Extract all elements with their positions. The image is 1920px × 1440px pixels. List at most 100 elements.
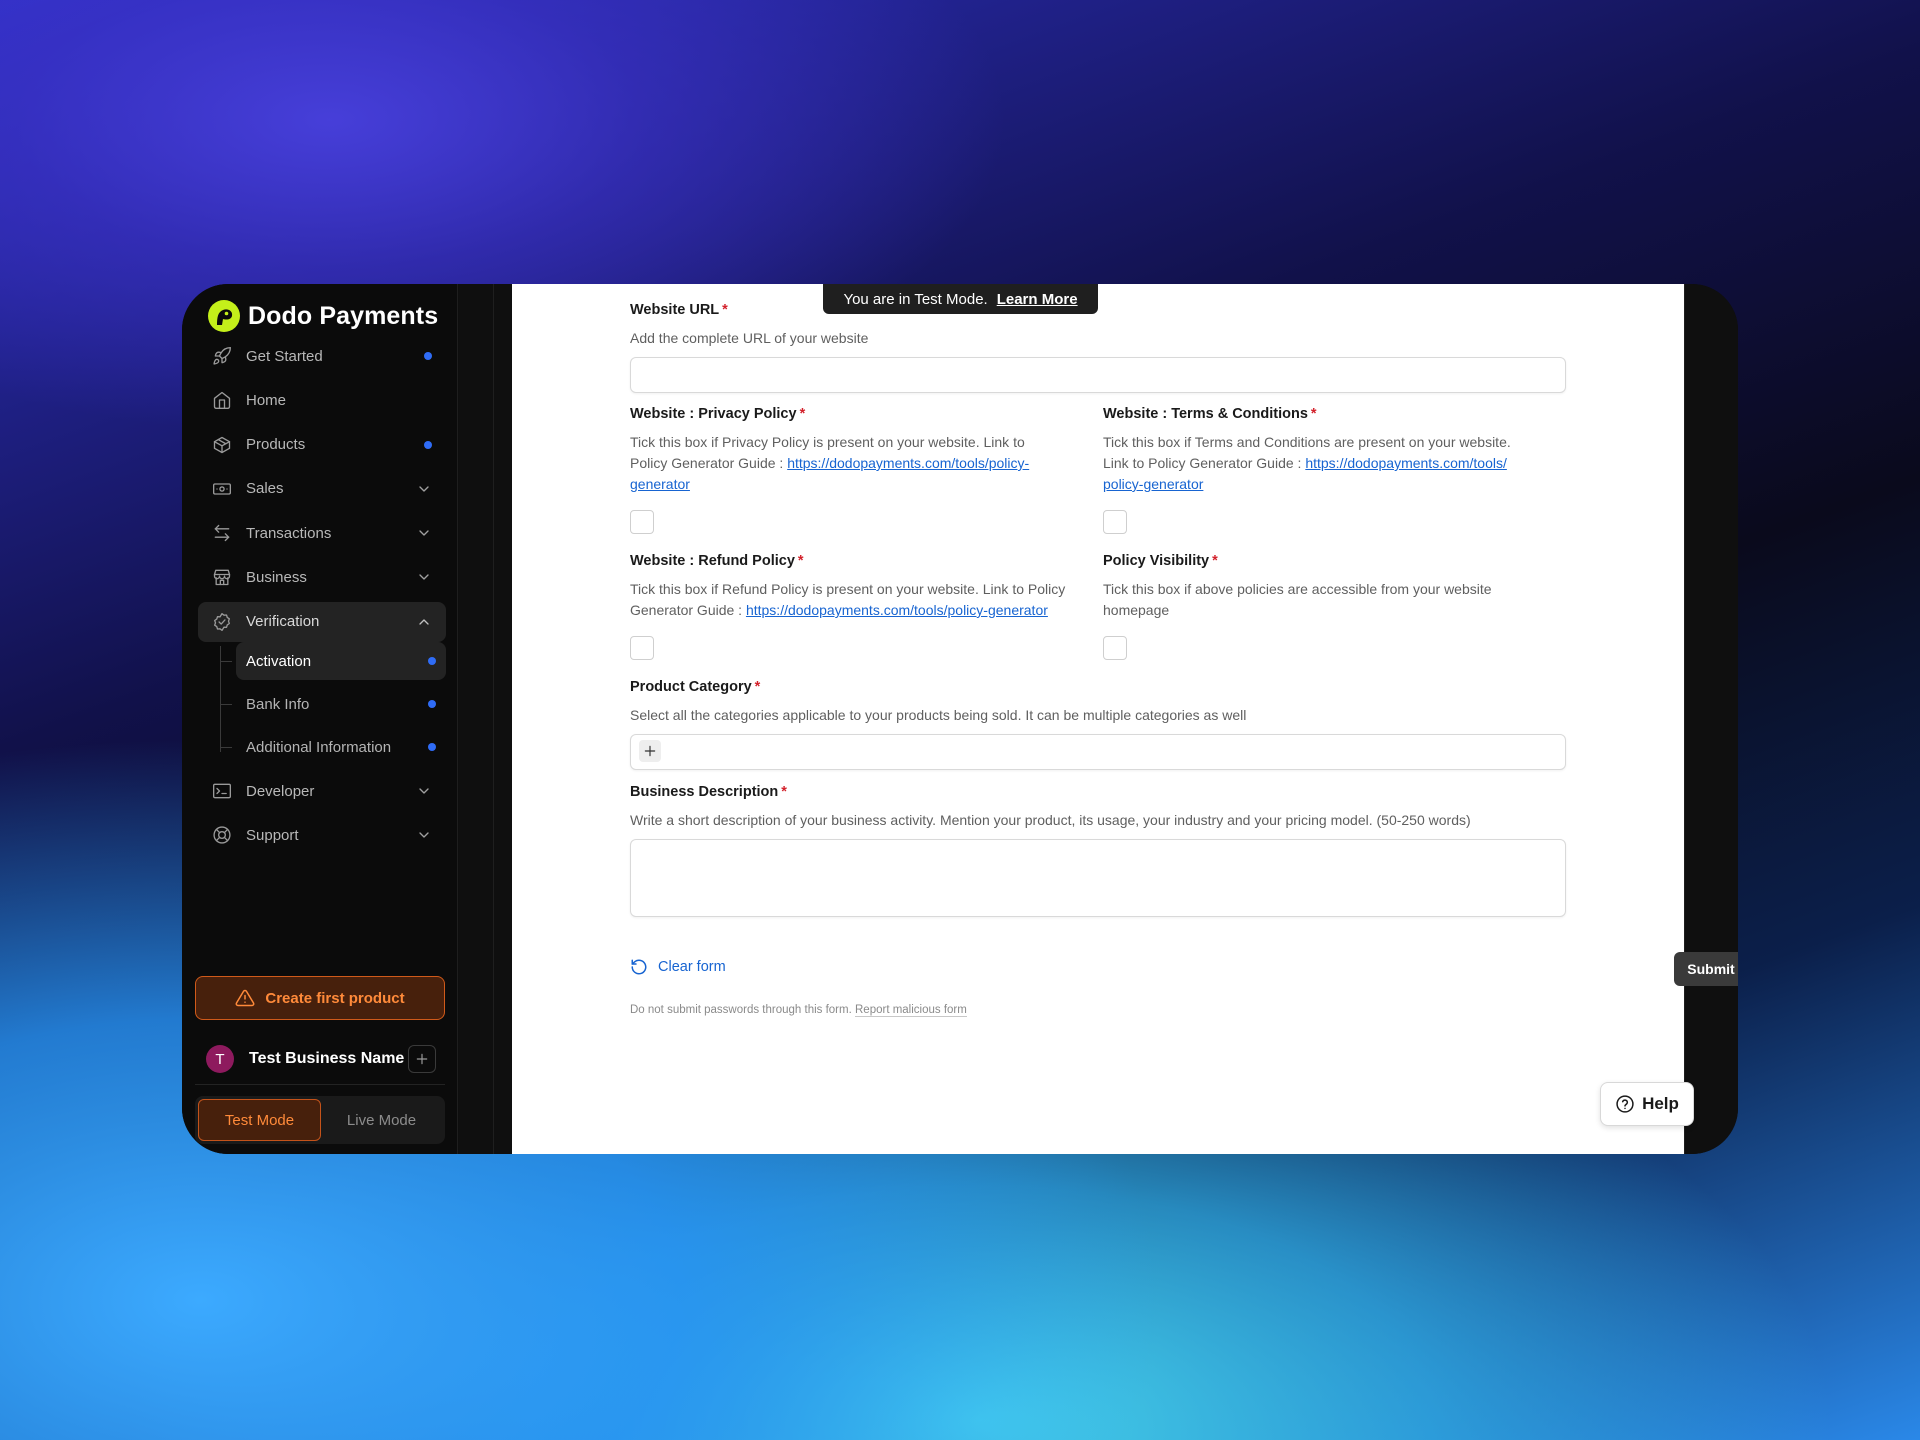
- add-business-button[interactable]: [408, 1045, 436, 1073]
- required-mark: *: [781, 784, 787, 800]
- business-description-label: Business Description *: [630, 784, 787, 800]
- privacy-policy-help-line: Tick this box if Privacy Policy is prese…: [630, 434, 1025, 450]
- policy-visibility-help-line: Tick this box if above policies are acce…: [1103, 581, 1492, 597]
- lifebuoy-icon: [212, 825, 232, 845]
- side-panel-strip: [459, 284, 511, 1154]
- sidebar-item-verification[interactable]: Verification: [198, 601, 446, 642]
- sidebar-subitem-bank-info[interactable]: Bank Info: [220, 685, 446, 723]
- refund-policy-help-line: Generator Guide :: [630, 602, 746, 618]
- chevron-up-icon: [419, 619, 429, 625]
- create-first-product-label: Create first product: [265, 989, 405, 1007]
- business-description-label-text: Business Description: [630, 784, 779, 800]
- privacy-policy-label-text: Website : Privacy Policy: [630, 406, 797, 422]
- arrows-icon: [212, 523, 232, 543]
- live-mode-button[interactable]: Live Mode: [321, 1099, 442, 1141]
- create-first-product-button[interactable]: Create first product: [195, 976, 445, 1020]
- divider: [493, 284, 494, 1154]
- business-description-textarea[interactable]: [630, 839, 1566, 917]
- banknote-icon: [212, 479, 232, 499]
- refund-policy-help-line: Tick this box if Refund Policy is presen…: [630, 581, 1066, 597]
- website-url-label-text: Website URL: [630, 302, 720, 318]
- website-url-input[interactable]: [630, 357, 1566, 393]
- clear-form-label: Clear form: [658, 959, 726, 975]
- required-mark: *: [797, 553, 804, 569]
- help-button[interactable]: Help: [1600, 1082, 1694, 1126]
- sidebar-nav: Get Started Home Products Sales Transact…: [198, 336, 446, 860]
- notification-dot: [424, 352, 432, 360]
- footnote-text: Do not submit passwords through this for…: [630, 1004, 855, 1016]
- avatar: T: [206, 1045, 234, 1073]
- add-category-button[interactable]: [639, 740, 661, 762]
- home-icon: [212, 390, 232, 410]
- chevron-down-icon: [419, 530, 429, 536]
- website-url-help: Add the complete URL of your website: [630, 330, 869, 346]
- privacy-policy-generator-link-cont[interactable]: generator: [630, 476, 690, 492]
- business-switcher[interactable]: T Test Business Name: [206, 1044, 436, 1074]
- submit-button[interactable]: Submit: [1674, 952, 1738, 986]
- privacy-policy-checkbox[interactable]: [630, 510, 654, 534]
- dodo-logo-icon: [208, 300, 240, 332]
- privacy-policy-help-line: Policy Generator Guide :: [630, 455, 788, 471]
- policy-visibility-help: Tick this box if above policies are acce…: [1103, 579, 1573, 621]
- brand[interactable]: Dodo Payments: [208, 300, 438, 332]
- refund-policy-help: Tick this box if Refund Policy is presen…: [630, 579, 1100, 621]
- sidebar-item-label: Products: [246, 436, 306, 454]
- divider: [1684, 284, 1685, 1154]
- box-icon: [212, 435, 232, 455]
- chevron-down-icon: [419, 574, 429, 581]
- warning-icon: [235, 989, 255, 1007]
- privacy-policy-generator-link[interactable]: https://dodopayments.com/tools/policy-: [787, 455, 1029, 471]
- sidebar-item-label: Get Started: [246, 347, 323, 365]
- terms-generator-link[interactable]: https://dodopayments.com/tools/: [1305, 455, 1507, 471]
- product-category-selector[interactable]: [630, 734, 1566, 770]
- badge-check-icon: [212, 612, 232, 632]
- notification-dot: [428, 743, 436, 752]
- test-mode-button[interactable]: Test Mode: [198, 1099, 321, 1141]
- sidebar: Dodo Payments Get Started Home Products …: [182, 284, 458, 1154]
- mode-toggle: Test Mode Live Mode: [195, 1096, 445, 1144]
- chevron-down-icon: [419, 486, 429, 492]
- notification-dot: [428, 700, 436, 709]
- sidebar-item-home[interactable]: Home: [198, 380, 446, 420]
- sidebar-item-support[interactable]: Support: [198, 815, 446, 855]
- plus-icon: [416, 1053, 428, 1065]
- help-label: Help: [1642, 1094, 1679, 1113]
- clear-form-button[interactable]: Clear form: [630, 958, 726, 976]
- sidebar-item-transactions[interactable]: Transactions: [198, 513, 446, 553]
- terms-generator-link-cont[interactable]: policy-generator: [1103, 476, 1203, 492]
- terms-conditions-help-line: Tick this box if Terms and Conditions ar…: [1103, 434, 1511, 450]
- terms-conditions-help-line: Link to Policy Generator Guide :: [1103, 455, 1306, 471]
- refund-generator-link[interactable]: https://dodopayments.com/tools/policy-ge…: [746, 602, 1048, 618]
- sidebar-item-business[interactable]: Business: [198, 557, 446, 597]
- sidebar-item-label: Sales: [246, 480, 284, 498]
- sidebar-item-label: Developer: [246, 782, 315, 800]
- required-mark: *: [754, 679, 761, 695]
- rocket-icon: [212, 346, 232, 366]
- business-description-help: Write a short description of your busine…: [630, 812, 1471, 828]
- verification-submenu: Activation Bank Info Additional Informat…: [220, 642, 446, 766]
- store-icon: [212, 567, 232, 587]
- refund-policy-checkbox[interactable]: [630, 636, 654, 660]
- chevron-down-icon: [419, 788, 429, 794]
- terms-conditions-help: Tick this box if Terms and Conditions ar…: [1103, 432, 1573, 495]
- sidebar-item-get-started[interactable]: Get Started: [198, 336, 446, 376]
- sidebar-subitem-additional-information[interactable]: Additional Information: [220, 728, 446, 766]
- sidebar-subitem-label: Activation: [246, 652, 312, 670]
- divider: [195, 1084, 445, 1085]
- main-content: You are in Test Mode. Learn More Website…: [512, 284, 1738, 1154]
- terms-conditions-checkbox[interactable]: [1103, 510, 1127, 534]
- policy-visibility-label: Policy Visibility *: [1103, 553, 1218, 569]
- website-url-label: Website URL *: [630, 302, 728, 318]
- report-malicious-form-link[interactable]: Report malicious form: [855, 1004, 967, 1017]
- sidebar-subitem-activation[interactable]: Activation: [220, 642, 446, 681]
- policy-visibility-checkbox[interactable]: [1103, 636, 1127, 660]
- sidebar-item-developer[interactable]: Developer: [198, 771, 446, 811]
- right-panel-strip: [1684, 284, 1738, 1154]
- sidebar-item-sales[interactable]: Sales: [198, 469, 446, 509]
- form-footnote: Do not submit passwords through this for…: [630, 1004, 967, 1017]
- required-mark: *: [799, 406, 806, 422]
- sidebar-subitem-label: Bank Info: [246, 695, 310, 713]
- sidebar-item-products[interactable]: Products: [198, 425, 446, 465]
- product-category-help: Select all the categories applicable to …: [630, 707, 1247, 723]
- sidebar-item-label: Business: [246, 568, 307, 586]
